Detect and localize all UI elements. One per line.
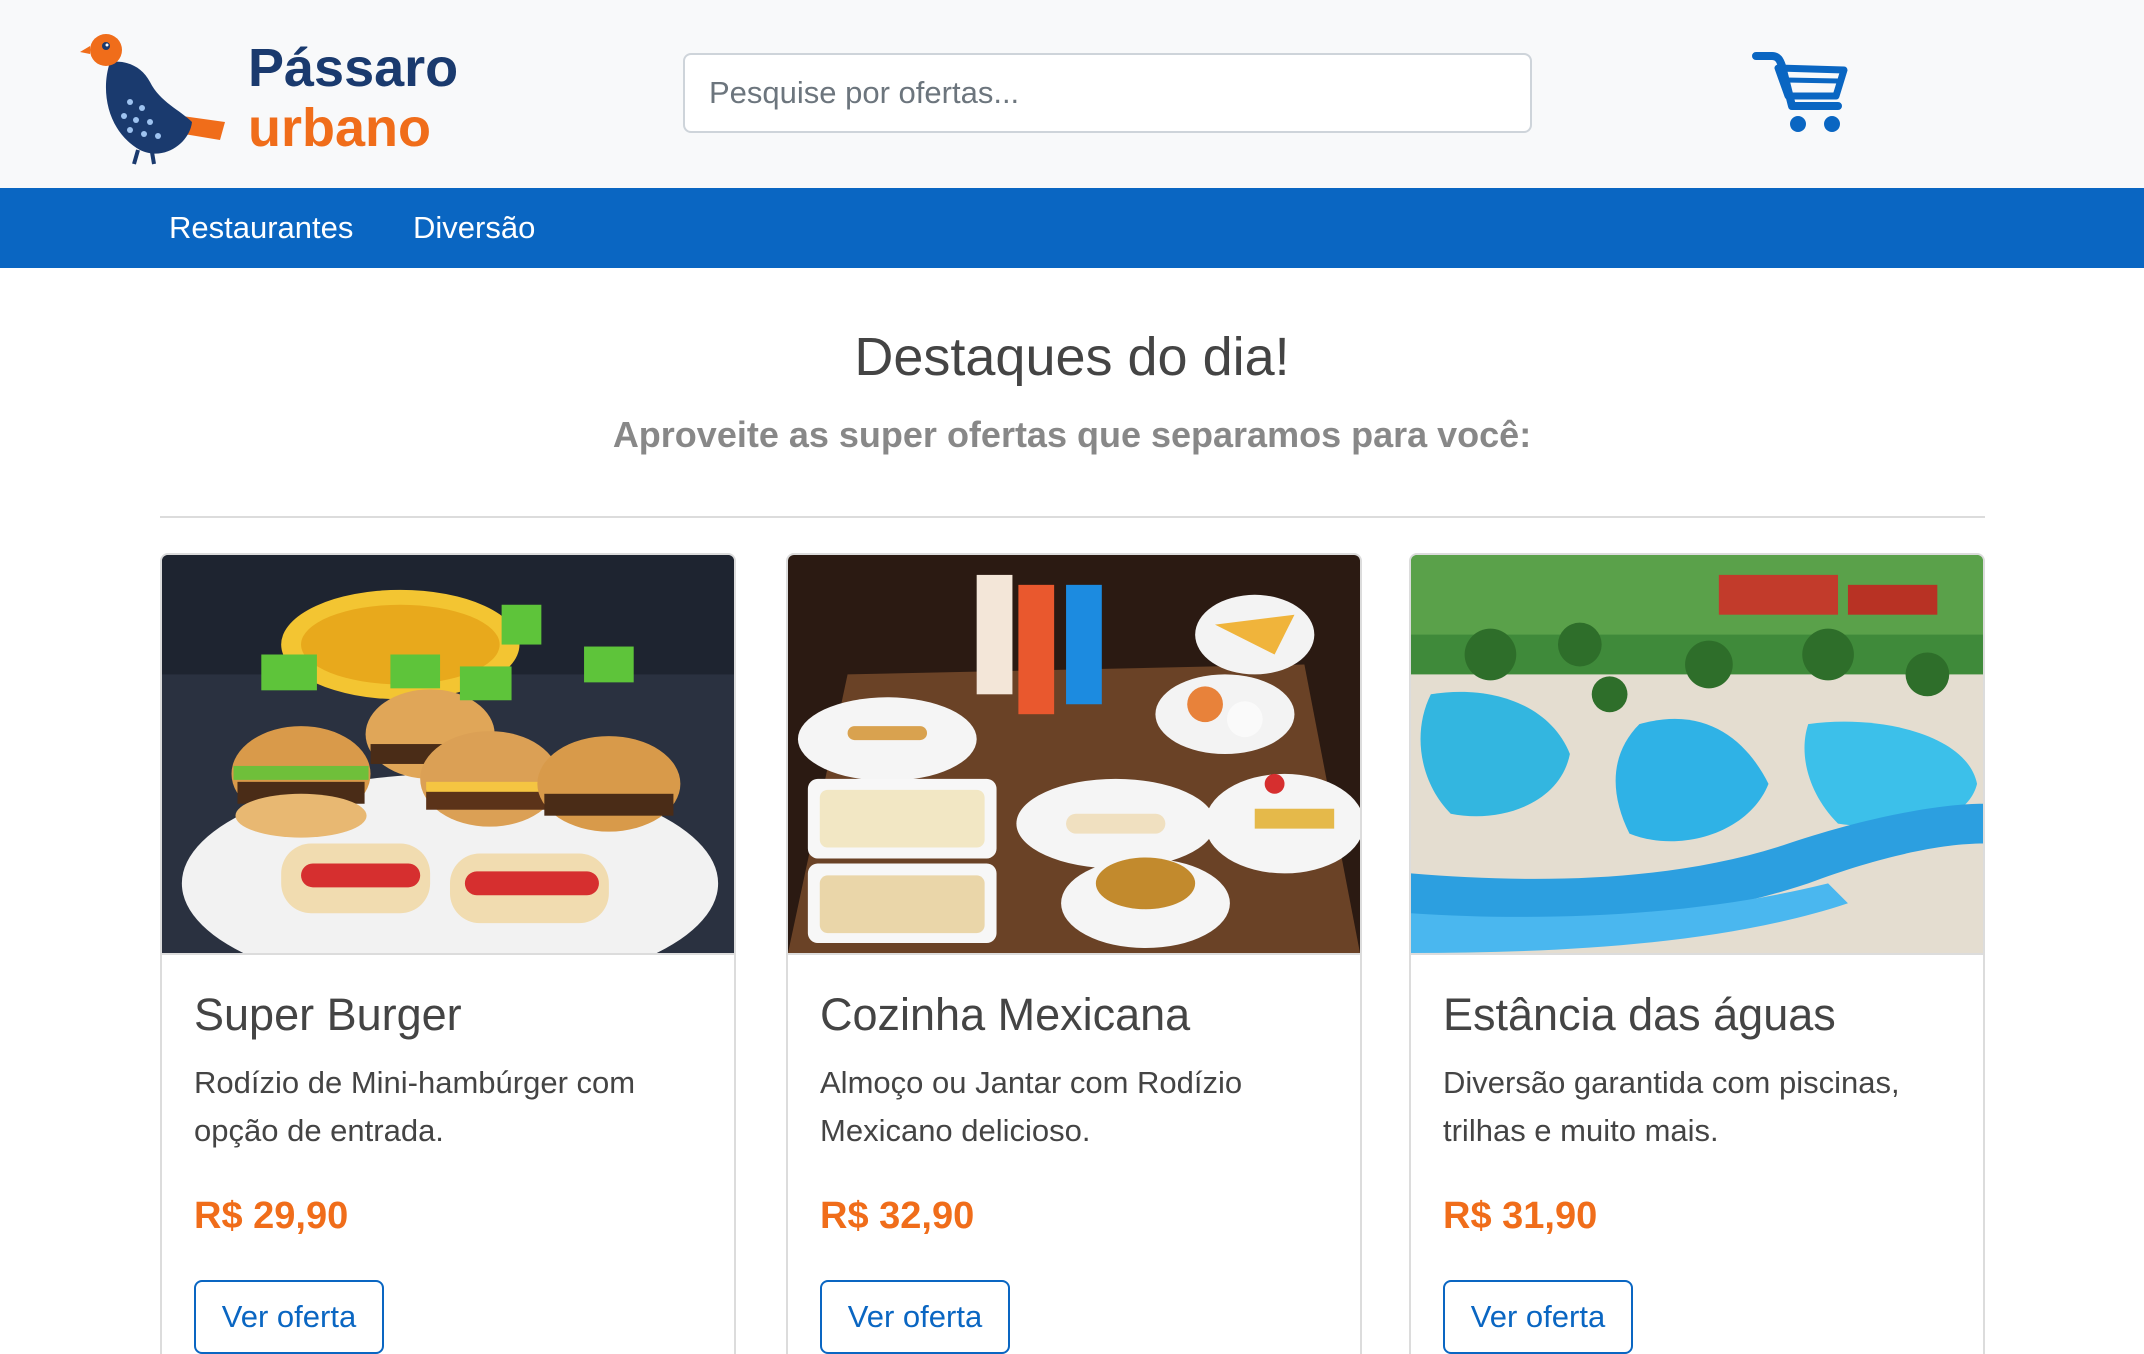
view-offer-button[interactable]: Ver oferta bbox=[1443, 1280, 1633, 1354]
offer-card-cozinha-mexicana: Cozinha Mexicana Almoço ou Jantar com Ro… bbox=[786, 553, 1362, 1354]
offer-price: R$ 31,90 bbox=[1443, 1195, 1598, 1237]
page-title: Destaques do dia! bbox=[854, 327, 1290, 387]
offer-price: R$ 29,90 bbox=[194, 1195, 349, 1237]
offer-title: Cozinha Mexicana bbox=[820, 989, 1191, 1040]
brand-line2: urbano bbox=[248, 98, 431, 158]
category-navbar: Restaurantes Diversão bbox=[0, 188, 2144, 268]
brand-name: Pássaro urbano bbox=[248, 38, 458, 158]
page-subtitle: Aproveite as super ofertas que separamos… bbox=[612, 414, 1532, 455]
offer-title: Super Burger bbox=[194, 989, 462, 1040]
view-offer-button[interactable]: Ver oferta bbox=[194, 1280, 384, 1354]
mexican-food-photo[interactable] bbox=[788, 555, 1360, 955]
site-logo[interactable]: Pássaro urbano bbox=[80, 22, 460, 167]
water-park-photo[interactable] bbox=[1411, 555, 1983, 955]
shopping-cart-icon[interactable] bbox=[1752, 48, 1850, 138]
pigeon-logo-icon bbox=[80, 34, 225, 165]
offer-description: Diversão garantida com piscinas, trilhas… bbox=[1443, 1065, 1900, 1148]
offer-card-super-burger: Super Burger Rodízio de Mini-hambúrger c… bbox=[160, 553, 736, 1354]
offer-price: R$ 32,90 bbox=[820, 1195, 975, 1237]
nav-item-diversao[interactable]: Diversão bbox=[413, 188, 535, 268]
offer-title: Estância das águas bbox=[1443, 989, 1836, 1040]
offer-description: Almoço ou Jantar com Rodízio Mexicano de… bbox=[820, 1065, 1243, 1148]
burger-photo[interactable] bbox=[162, 555, 734, 955]
offer-card-estancia-das-aguas: Estância das águas Diversão garantida co… bbox=[1409, 553, 1985, 1354]
search-input[interactable] bbox=[683, 53, 1532, 133]
view-offer-button[interactable]: Ver oferta bbox=[820, 1280, 1010, 1354]
section-divider bbox=[160, 516, 1985, 518]
brand-line1: Pássaro bbox=[248, 38, 459, 98]
site-header: Pássaro urbano bbox=[0, 0, 2144, 188]
nav-item-restaurantes[interactable]: Restaurantes bbox=[169, 188, 353, 268]
offer-description: Rodízio de Mini-hambúrger com opção de e… bbox=[194, 1065, 636, 1148]
